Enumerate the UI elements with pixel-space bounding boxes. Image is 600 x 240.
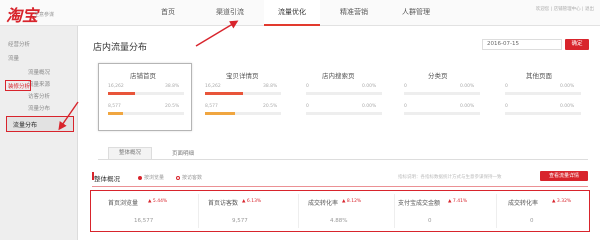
view-detail-button[interactable]: 查看流量详情 bbox=[540, 171, 588, 181]
nav-channel[interactable]: 渠道引流 bbox=[202, 0, 258, 26]
page-title: 店内流量分布 bbox=[93, 43, 148, 53]
radio-by-uv[interactable]: 按访客数 bbox=[176, 174, 202, 181]
col-title-category: 分类页 bbox=[428, 72, 448, 80]
col-other-row1: 0 bbox=[505, 84, 508, 89]
logo: 淘宝 生意参谋 bbox=[6, 2, 58, 25]
nav-marketing[interactable]: 精准营销 bbox=[326, 0, 382, 26]
kpi-highlight-box bbox=[90, 190, 590, 232]
col-home-row2-pct: 20.5% bbox=[165, 104, 180, 109]
col-other-row2: 0 bbox=[505, 104, 508, 109]
col-other-bar1 bbox=[505, 92, 581, 95]
col-category-bar2 bbox=[404, 112, 480, 115]
top-right-links[interactable]: 欢迎您 | 店铺管理中心 | 退出 bbox=[536, 6, 594, 12]
radio-dot-icon bbox=[176, 175, 180, 180]
date-confirm-button[interactable]: 确定 bbox=[565, 39, 589, 50]
col-search-row1-pct: 0.00% bbox=[362, 84, 377, 89]
kpi-label-conv: 成交转化率 bbox=[308, 200, 339, 207]
section-title: 整体概况 bbox=[94, 175, 120, 183]
kpi-separator bbox=[198, 194, 199, 228]
kpi-label-gmv: 支付宝成交金额 bbox=[398, 200, 441, 207]
tab-page-detail[interactable]: 页面明细 bbox=[172, 149, 194, 157]
kpi-change-rate: ▲ 3.32% bbox=[552, 199, 572, 204]
sidebar-item-traffic[interactable]: 流量 bbox=[8, 54, 19, 62]
sidebar-item-distribution[interactable]: 流量分布 bbox=[28, 104, 50, 112]
kpi-label-rate: 成交转化率 bbox=[508, 200, 539, 207]
col-search-bar2 bbox=[306, 112, 382, 115]
tab-overview[interactable]: 整体概况 bbox=[108, 147, 153, 159]
logo-subtitle: 生意参谋 bbox=[34, 12, 55, 18]
col-home-bar2 bbox=[108, 112, 184, 115]
col-detail-row2-pct: 20.5% bbox=[263, 104, 278, 109]
section-divider bbox=[92, 186, 588, 187]
col-category-bar1 bbox=[404, 92, 480, 95]
nav-home[interactable]: 首页 bbox=[140, 0, 196, 26]
col-other-row1-pct: 0.00% bbox=[560, 84, 575, 89]
col-detail-bar1 bbox=[205, 92, 281, 95]
kpi-value-pv: 16,577 bbox=[134, 218, 154, 224]
kpi-separator bbox=[394, 194, 395, 228]
col-title-other: 其他页面 bbox=[526, 72, 552, 80]
col-category-row1: 0 bbox=[404, 84, 407, 89]
kpi-change-conv: ▲ 8.12% bbox=[342, 199, 362, 204]
sidebar-item-visitors[interactable]: 访客分析 bbox=[28, 92, 50, 100]
col-detail-row1: 16,262 bbox=[205, 84, 221, 89]
col-home-row2: 8,577 bbox=[108, 104, 121, 109]
col-detail-bar2 bbox=[205, 112, 281, 115]
kpi-separator bbox=[298, 194, 299, 228]
section-note: 指标说明：各指标数据统计方式与生意参谋保持一致 bbox=[398, 175, 502, 180]
col-title-search: 店内搜索页 bbox=[322, 72, 355, 80]
kpi-separator bbox=[496, 194, 497, 228]
kpi-value-rate: 0 bbox=[530, 218, 534, 224]
col-category-row1-pct: 0.00% bbox=[460, 84, 475, 89]
date-picker[interactable]: 2016-07-15 bbox=[482, 39, 562, 50]
radio-by-pv-label: 按浏览量 bbox=[144, 175, 165, 181]
kpi-value-conv: 4.88% bbox=[330, 218, 348, 224]
main-nav: 首页 渠道引流 流量优化 精准营销 人群管理 bbox=[140, 0, 450, 26]
kpi-change-pv: ▲ 5.44% bbox=[148, 199, 168, 204]
kpi-value-uv: 9,577 bbox=[232, 218, 248, 224]
kpi-change-uv: ▲ 6.13% bbox=[242, 199, 262, 204]
col-search-row2-pct: 0.00% bbox=[362, 104, 377, 109]
col-other-row2-pct: 0.00% bbox=[560, 104, 575, 109]
col-search-row2: 0 bbox=[306, 104, 309, 109]
col-detail-row1-pct: 38.8% bbox=[263, 84, 278, 89]
sidebar-item-decor[interactable]: 装修分析 bbox=[8, 82, 30, 90]
sidebar-item-traffic-overview[interactable]: 流量概况 bbox=[28, 68, 50, 76]
col-search-row1: 0 bbox=[306, 84, 309, 89]
col-category-row2: 0 bbox=[404, 104, 407, 109]
col-other-bar2 bbox=[505, 112, 581, 115]
sidebar-item-overview[interactable]: 经营分析 bbox=[8, 40, 30, 48]
radio-by-pv[interactable]: 按浏览量 bbox=[138, 174, 164, 181]
col-title-home: 店铺首页 bbox=[130, 72, 156, 80]
col-category-row2-pct: 0.00% bbox=[460, 104, 475, 109]
col-search-bar1 bbox=[306, 92, 382, 95]
sidebar-current-label[interactable]: 流量分布 bbox=[13, 120, 37, 129]
kpi-change-gmv: ▲ 7.41% bbox=[448, 199, 468, 204]
sidebar-item-traffic-source[interactable]: 流量来源 bbox=[28, 80, 50, 88]
nav-crowd[interactable]: 人群管理 bbox=[388, 0, 444, 26]
kpi-label-uv: 首页访客数 bbox=[208, 200, 239, 207]
col-home-bar1 bbox=[108, 92, 184, 95]
kpi-value-gmv: 0 bbox=[428, 218, 432, 224]
col-detail-row2: 8,577 bbox=[205, 104, 218, 109]
kpi-label-pv: 首页浏览量 bbox=[108, 200, 139, 207]
radio-dot-icon bbox=[138, 175, 142, 180]
col-home-row1: 16,262 bbox=[108, 84, 124, 89]
col-title-detail: 宝贝详情页 bbox=[226, 72, 259, 80]
col-home-row1-pct: 38.8% bbox=[165, 84, 180, 89]
nav-traffic[interactable]: 流量优化 bbox=[264, 0, 320, 26]
radio-by-uv-label: 按访客数 bbox=[182, 175, 203, 181]
